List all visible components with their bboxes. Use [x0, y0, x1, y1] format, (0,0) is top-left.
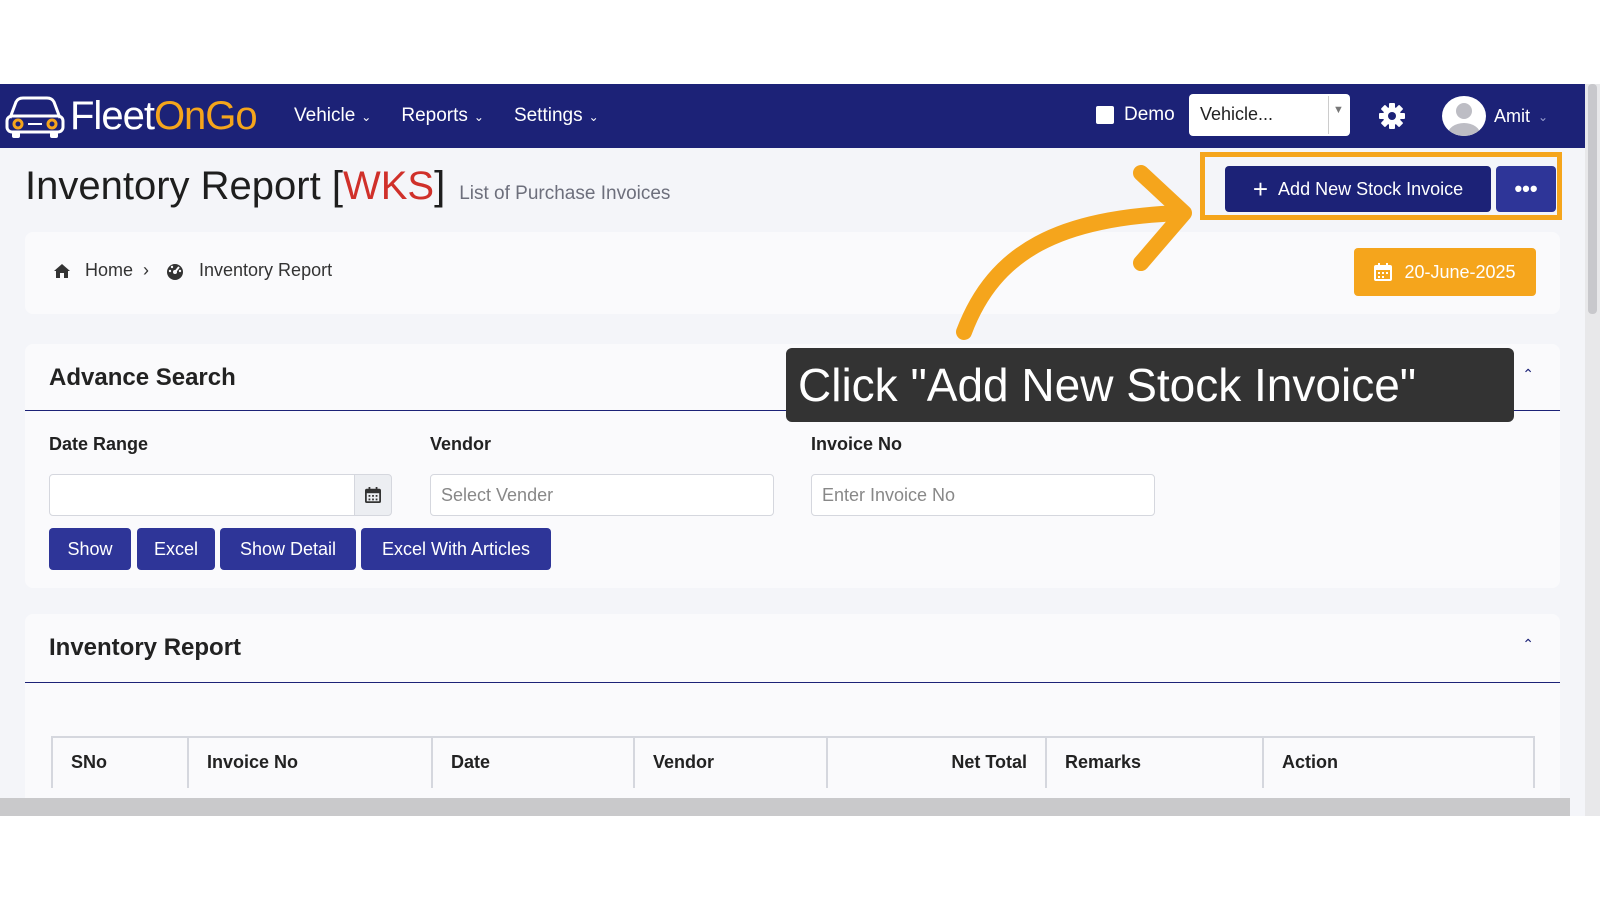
menu-settings-label: Settings [513, 105, 583, 126]
menu-vehicle[interactable]: Vehicle ⌄ [294, 105, 371, 127]
inventory-report-header: Inventory Report ⌃ [25, 614, 1560, 683]
chevron-down-icon: ⌄ [588, 110, 599, 124]
logo-text-go: Go [205, 93, 257, 138]
date-range-input[interactable] [49, 474, 355, 516]
chevron-down-icon: ⌄ [361, 110, 372, 124]
logo-text: FleetOnGo [70, 93, 258, 139]
tutorial-callout: Click "Add New Stock Invoice" [786, 348, 1514, 422]
user-avatar-icon [1448, 103, 1480, 136]
vertical-scrollbar[interactable] [1585, 84, 1600, 816]
more-options-button[interactable]: ••• [1496, 166, 1556, 212]
calendar-icon [365, 487, 381, 503]
add-new-stock-invoice-button[interactable]: + Add New Stock Invoice [1225, 166, 1491, 212]
demo-toggle: Demo [1096, 104, 1175, 126]
show-button[interactable]: Show [49, 528, 131, 570]
collapse-chevron-icon[interactable]: ⌃ [1522, 366, 1534, 383]
page-title-text: Inventory Report [25, 164, 321, 208]
excel-button[interactable]: Excel [137, 528, 215, 570]
collapse-chevron-icon[interactable]: ⌃ [1522, 636, 1534, 653]
inventory-report-card: Inventory Report ⌃ SNo Invoice No Date V… [25, 614, 1560, 816]
chevron-down-icon: ⌄ [1538, 110, 1549, 124]
vendor-select[interactable]: Select Vender [430, 474, 774, 516]
advance-search-heading: Advance Search [49, 364, 236, 391]
menu-reports-label: Reports [401, 105, 468, 126]
page-title-code: WKS [342, 164, 435, 208]
inventory-report-heading: Inventory Report [49, 634, 242, 661]
vehicle-select[interactable]: Vehicle... ▼ [1189, 94, 1350, 136]
logo-text-fleet: Fleet [70, 93, 155, 138]
date-badge-text: 20-June-2025 [1404, 261, 1516, 282]
column-header-invoice-no[interactable]: Invoice No [189, 738, 433, 788]
vendor-label: Vendor [430, 434, 492, 454]
main-menu: Vehicle ⌄ Reports ⌄ Settings ⌄ [294, 84, 599, 148]
dropdown-arrow-icon: ▼ [1333, 104, 1344, 116]
report-table-header: SNo Invoice No Date Vendor Net Total Rem… [51, 736, 1535, 788]
page-subtitle: List of Purchase Invoices [459, 183, 671, 204]
demo-label: Demo [1124, 104, 1175, 125]
breadcrumb-separator-icon: › [143, 260, 150, 280]
chevron-down-icon: ⌄ [473, 110, 484, 124]
demo-checkbox[interactable] [1096, 106, 1114, 124]
date-badge[interactable]: 20-June-2025 [1354, 248, 1536, 296]
breadcrumb-card: Home › Inventory Report [25, 232, 1560, 314]
breadcrumb-home[interactable]: Home [85, 260, 133, 281]
page-header: Inventory Report [WKS] List of Purchase … [25, 164, 670, 209]
user-menu[interactable]: Amit ⌄ [1442, 96, 1548, 136]
logo-text-on: On [153, 93, 206, 138]
invoice-no-label: Invoice No [811, 434, 903, 454]
avatar [1442, 96, 1486, 136]
menu-vehicle-label: Vehicle [294, 105, 356, 126]
logo[interactable]: FleetOnGo [4, 92, 258, 140]
car-logo-icon [5, 96, 65, 138]
date-range-label: Date Range [49, 434, 149, 454]
date-range-calendar-button[interactable] [354, 474, 392, 516]
user-name: Amit [1494, 105, 1530, 126]
home-icon [54, 263, 70, 278]
breadcrumb-current: Inventory Report [199, 260, 333, 280]
scrollbar-thumb[interactable] [1588, 84, 1597, 314]
add-button-label: Add New Stock Invoice [1278, 178, 1464, 199]
vehicle-select-value: Vehicle... [1200, 104, 1274, 124]
app-frame: FleetOnGo Vehicle ⌄ Reports ⌄ Settings ⌄… [0, 84, 1585, 816]
top-navbar: FleetOnGo Vehicle ⌄ Reports ⌄ Settings ⌄… [0, 84, 1585, 148]
menu-reports[interactable]: Reports ⌄ [401, 105, 484, 127]
dashboard-gauge-icon [167, 263, 184, 280]
invoice-no-input[interactable]: Enter Invoice No [811, 474, 1155, 516]
horizontal-scrollbar[interactable] [0, 798, 1570, 816]
breadcrumb: Home › Inventory Report [53, 260, 332, 281]
ellipsis-icon: ••• [1514, 176, 1538, 201]
select-divider [1328, 96, 1329, 134]
column-header-vendor[interactable]: Vendor [635, 738, 828, 788]
gear-icon[interactable] [1378, 102, 1406, 130]
column-header-net-total[interactable]: Net Total [828, 738, 1047, 788]
column-header-remarks[interactable]: Remarks [1047, 738, 1264, 788]
calendar-icon [1374, 263, 1393, 281]
menu-settings[interactable]: Settings ⌄ [514, 105, 599, 127]
excel-with-articles-button[interactable]: Excel With Articles [361, 528, 551, 570]
plus-icon: + [1252, 174, 1269, 204]
column-header-action: Action [1282, 752, 1338, 772]
page-title: Inventory Report [WKS] [25, 164, 446, 208]
column-header-sno[interactable]: SNo [53, 738, 189, 788]
show-detail-button[interactable]: Show Detail [220, 528, 356, 570]
column-header-date[interactable]: Date [433, 738, 635, 788]
